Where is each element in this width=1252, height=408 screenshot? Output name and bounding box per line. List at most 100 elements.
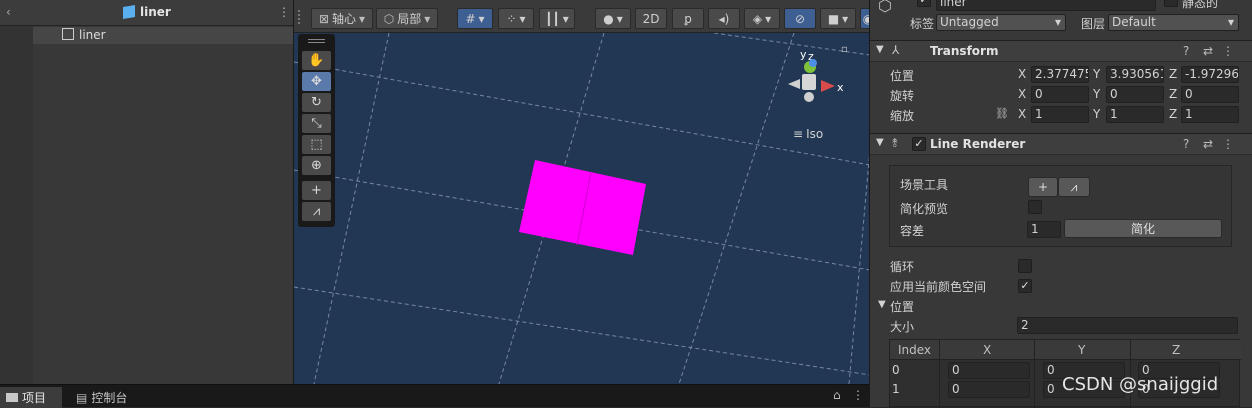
size-field[interactable]: 2 [1017,317,1238,334]
loop-label: 循环 [890,260,915,274]
tab-project[interactable]: 项目 [0,387,62,408]
scale-y-field[interactable]: 1 [1106,106,1164,123]
edit-points-button[interactable]: ⩘ [302,202,331,221]
object-name-field[interactable]: liner [936,0,1156,11]
eye-off-icon: ⊘ [794,11,806,26]
add-point-button[interactable]: + [302,181,331,200]
chevron-down-icon: ▾ [424,11,431,26]
audio-toggle[interactable]: ◂) [708,8,740,29]
chevron-down-icon: ▾ [359,11,366,26]
gizmos-button[interactable]: ◉ [860,8,869,29]
scale-x-field[interactable]: 1 [1031,106,1089,123]
pos-z-field[interactable]: -1.97296 [1181,66,1239,83]
move-arrows-icon: ✥ [311,74,322,89]
preset-icon[interactable]: ⇄ [1203,44,1213,58]
pos-y-label: Y [1093,67,1101,81]
use-world-space-checkbox[interactable]: ✓ [1018,279,1032,293]
plus-icon: + [1037,180,1049,194]
rot-x-field[interactable]: 0 [1031,86,1089,103]
active-checkbox[interactable]: ✓ [917,0,931,7]
gizmo-center[interactable] [802,74,816,90]
line-renderer-enabled-checkbox[interactable]: ✓ [912,137,926,151]
transform-tool-button[interactable]: ⊕ [302,156,331,175]
gameobject-cube-icon [62,28,74,40]
gizmo-lock-icon[interactable]: ▫ [841,44,848,55]
foldout-arrow-icon[interactable]: ▼ [876,44,884,55]
help-icon[interactable]: ? [1183,137,1189,151]
simplify-button[interactable]: 简化 [1064,219,1222,238]
pos-y-field[interactable]: 3.930561 [1106,66,1164,83]
gizmo-neg-y-axis[interactable] [804,92,814,102]
layer-dropdown[interactable]: Default ▾ [1108,14,1239,31]
header-index: Index [898,343,932,357]
hierarchy-header: ‹ liner ⋮ [0,0,293,26]
back-chevron-icon[interactable]: ‹ [6,5,11,19]
palette-grip [308,39,325,43]
pos-z-label: Z [1169,67,1178,81]
plus-icon: + [311,183,322,198]
space-dropdown[interactable]: ⬡ 局部 ▾ [376,8,438,29]
foldout-arrow-icon[interactable]: ▼ [878,299,886,310]
scale-tool-button[interactable]: ⤡ [302,114,331,133]
gizmo-x-axis[interactable] [821,80,835,92]
line-renderer-quad[interactable] [519,160,646,255]
tag-dropdown[interactable]: Untagged ▾ [936,14,1066,31]
tolerance-field[interactable]: 1 [1027,221,1061,238]
preset-icon[interactable]: ⇄ [1203,137,1213,151]
shading-button[interactable]: ● ▾ [595,8,631,29]
row-x-field[interactable]: 0 [948,362,1030,379]
loop-checkbox[interactable] [1018,259,1032,273]
tab-console[interactable]: ▤ 控制台 [70,387,133,408]
scale-z-field[interactable]: 1 [1181,106,1239,123]
hierarchy-menu-icon[interactable]: ⋮ [278,5,290,19]
position-label: 位置 [890,69,915,83]
static-label: 静态的 [1182,0,1219,10]
rot-z-field[interactable]: 0 [1181,86,1239,103]
2d-toggle[interactable]: 2D [635,8,667,29]
rotate-tool-button[interactable]: ↻ [302,93,331,112]
inspector-panel: ⬡ ✓ liner 静态的 标签 Untagged ▾ 图层 Default ▾ ▼… [869,0,1252,408]
tab-menu-icon[interactable]: ⋮ [852,388,864,402]
rot-x-label: X [1018,87,1027,101]
lock-icon[interactable]: ⌂ [833,388,841,402]
gizmo-z-axis[interactable] [809,59,817,67]
grid-snap-button[interactable]: # ▾ [457,8,493,29]
component-menu-icon[interactable]: ⋮ [1222,137,1234,151]
camera-icon: ■ [827,11,840,26]
component-menu-icon[interactable]: ⋮ [1222,44,1234,58]
lighting-toggle[interactable]: ꝑ [672,8,704,29]
add-points-button[interactable]: + [1028,177,1058,197]
chevron-down-icon: ▾ [519,11,526,26]
row-x-field[interactable]: 0 [948,381,1030,398]
hierarchy-item[interactable]: liner [33,27,293,44]
camera-button[interactable]: ■ ▾ [820,8,856,29]
chevron-down-icon: ▾ [478,11,485,26]
line-renderer-header[interactable]: ▼ ⥉ ✓ Line Renderer ? ⇄ ⋮ [870,133,1252,155]
hidden-objects-toggle[interactable]: ⊘ [784,8,816,29]
pivot-label: 轴心 [332,12,357,26]
scene-tools-label: 场景工具 [900,178,949,192]
chevron-down-icon: ▾ [842,11,849,26]
edit-points-button[interactable]: ⩘ [1058,177,1090,197]
effects-button[interactable]: ◈ ▾ [744,8,780,29]
help-icon[interactable]: ? [1183,44,1189,58]
simplify-preview-checkbox[interactable] [1028,200,1042,214]
static-checkbox[interactable] [1164,0,1178,7]
rot-y-field[interactable]: 0 [1106,86,1164,103]
pos-x-field[interactable]: 2.377475 [1031,66,1089,83]
simplify-preview-label: 简化预览 [900,202,949,216]
foldout-arrow-icon[interactable]: ▼ [876,137,884,148]
transform-header[interactable]: ▼ ⅄ Transform ? ⇄ ⋮ [870,40,1252,62]
scale-y-label: Y [1093,107,1101,121]
gizmo-neg-x-axis[interactable] [788,79,800,89]
projection-toggle[interactable]: ≡ Iso [793,127,823,141]
orientation-gizmo[interactable]: y z x ▫ [786,44,866,112]
rect-tool-button[interactable]: ⬚ [302,135,331,154]
move-tool-button[interactable]: ✥ [302,72,331,91]
scene-view[interactable]: ⊠ 轴心 ▾ ⬡ 局部 ▾ # ▾ ⁘ ▾ ┃┃ ▾ ● ▾ 2D ꝑ ◂) ◈ ▾ ⊘ … [293,0,869,384]
snap-increment-button[interactable]: ⁘ ▾ [498,8,534,29]
ruler-button[interactable]: ┃┃ ▾ [539,8,575,29]
hand-tool-button[interactable]: ✋ [302,51,331,70]
constrain-link-icon[interactable]: ⛓ [995,107,1009,120]
pivot-dropdown[interactable]: ⊠ 轴心 ▾ [311,8,373,29]
